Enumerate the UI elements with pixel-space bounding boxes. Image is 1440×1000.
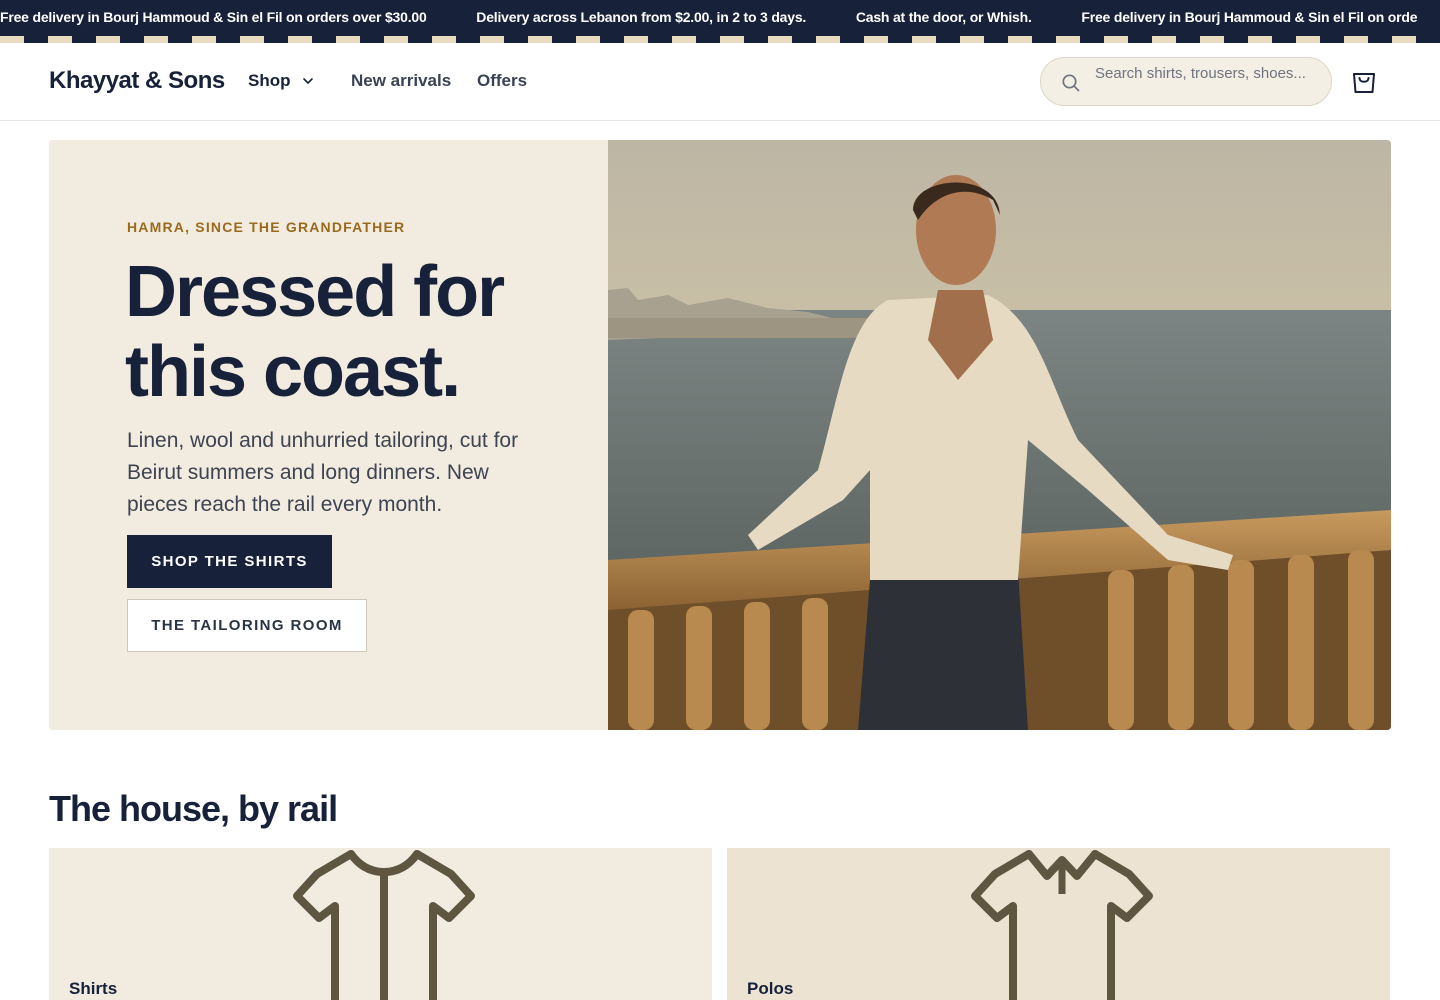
announcement-track: Free delivery in Bourj Hammoud & Sin el … bbox=[0, 9, 1440, 25]
hero-title: Dressed for this coast. bbox=[125, 252, 505, 412]
polo-icon bbox=[971, 850, 1153, 1000]
nav-new-arrivals[interactable]: New arrivals bbox=[351, 71, 451, 91]
search-box[interactable] bbox=[1040, 57, 1332, 106]
category-label: Shirts bbox=[69, 979, 118, 998]
chevron-down-icon bbox=[302, 78, 313, 84]
category-card-shirts[interactable]: Shirts bbox=[49, 848, 712, 1000]
announcement-message: Delivery across Lebanon from $2.00, in 2… bbox=[476, 9, 807, 25]
section-title: The house, by rail bbox=[49, 788, 338, 829]
announcement-message: Free delivery in Bourj Hammoud & Sin el … bbox=[1081, 9, 1418, 25]
announcement-bar: Free delivery in Bourj Hammoud & Sin el … bbox=[0, 0, 1440, 43]
search-icon bbox=[1062, 74, 1080, 92]
hero-text-panel: HAMRA, SINCE THE GRANDFATHER Dressed for… bbox=[49, 140, 608, 730]
search-input[interactable] bbox=[1095, 65, 1315, 101]
hero-eyebrow: HAMRA, SINCE THE GRANDFATHER bbox=[127, 219, 406, 235]
announcement-message: Free delivery in Bourj Hammoud & Sin el … bbox=[0, 9, 427, 25]
announcement-stripe bbox=[0, 36, 1440, 43]
announcement-message: Cash at the door, or Whish. bbox=[855, 9, 1032, 25]
nav-shop-label: Shop bbox=[248, 71, 291, 90]
nav-shop-menu[interactable]: Shop bbox=[248, 71, 315, 91]
hero-photo-man-on-balcony bbox=[608, 140, 1391, 730]
hero-banner: HAMRA, SINCE THE GRANDFATHER Dressed for… bbox=[49, 140, 1391, 730]
nav-offers[interactable]: Offers bbox=[477, 71, 527, 91]
hero-subtitle: Linen, wool and unhurried tailoring, cut… bbox=[127, 429, 519, 516]
category-card-polos[interactable]: Polos bbox=[727, 848, 1390, 1000]
tailoring-room-button[interactable]: THE TAILORING ROOM bbox=[127, 599, 367, 652]
shopping-bag-icon[interactable] bbox=[1349, 66, 1379, 96]
site-logo[interactable]: Khayyat & Sons bbox=[49, 67, 225, 95]
shop-shirts-button[interactable]: SHOP THE SHIRTS bbox=[127, 535, 332, 588]
site-header: Khayyat & Sons Shop New arrivals Offers bbox=[0, 43, 1440, 121]
shirt-icon bbox=[293, 850, 475, 1000]
category-label: Polos bbox=[747, 979, 794, 998]
